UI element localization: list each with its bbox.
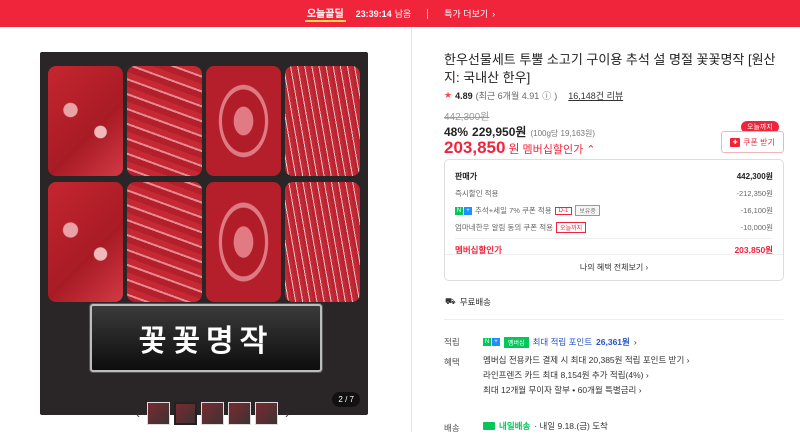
breakdown-label: 엄마네한우 알림 동의 쿠폰 적용 (455, 223, 554, 232)
breakdown-value: 442,300원 (736, 172, 773, 181)
image-counter: 2 / 7 (332, 392, 360, 407)
breakdown-label: 판매가 (455, 172, 478, 181)
points-text: 최대 적립 포인트 (532, 337, 593, 347)
meat-row-top (48, 66, 360, 176)
divider (444, 319, 784, 320)
breakdown-row: 엄마네한우 알림 동의 쿠폰 적용 오늘까지 -10,000원 (455, 222, 773, 233)
benefit-line[interactable]: 최대 12개월 무이자 할부 • 60개월 특별금리 › (483, 383, 642, 398)
more-deals-label: 특가 더보기 (444, 9, 489, 19)
delivery-row: 내일배송 · 내일 9.18.(금) 도착 (483, 420, 608, 432)
member-price-row[interactable]: 203,850 원 멤버십할인가 ⌃ (444, 138, 595, 158)
membership-badge: 멤버십 (504, 336, 529, 348)
points-row[interactable]: N + 멤버십 최대 적립 포인트 26,361원 › (483, 336, 637, 348)
delivery-section-label: 배송 (444, 423, 460, 433)
meat-cut (206, 66, 281, 176)
gallery-pane: 꽃꽃명작 2 / 7 ‹ › (0, 27, 412, 432)
benefit-text: 최대 12개월 무이자 할부 • 60개월 특별금리 (483, 385, 637, 395)
chevron-right-icon[interactable]: › (282, 407, 292, 421)
thumbnail[interactable] (228, 402, 251, 425)
breakdown-row: N + 추석+세일 7% 쿠폰 적용 D-1 보유중 -16,100원 (455, 205, 773, 216)
benefit-line[interactable]: 멤버십 전용카드 결제 시 최대 20,385원 적립 포인트 받기 › (483, 353, 690, 368)
chevron-right-icon: › (492, 8, 496, 19)
breakdown-row: 판매가 442,300원 (455, 171, 773, 182)
shipping-label: 무료배송 (459, 297, 491, 307)
benefit-text: 라인프렌즈 카드 최대 8,154원 추가 적립(4%) (483, 370, 644, 380)
naver-plus-icon: N + (455, 206, 472, 215)
truck-icon (483, 422, 495, 430)
benefit-text: 멤버십 전용카드 결제 시 최대 20,385원 적립 포인트 받기 (483, 355, 685, 365)
meat-cut (48, 66, 123, 176)
today-tag: 오늘까지 (556, 222, 587, 233)
points-value: 26,361원 (596, 337, 630, 347)
meat-row-bottom (48, 182, 360, 302)
discount-rate: 48% (444, 125, 469, 139)
thumbnail-strip: ‹ › (133, 402, 292, 425)
product-title: 한우선물세트 투뿔 소고기 구이용 추석 설 명절 꽃꽃명작 [원산지: 국내산… (444, 52, 776, 85)
deal-brand: 오늘끝딜 (304, 5, 346, 22)
coupon-button-label: 쿠폰 받기 (743, 137, 775, 147)
naver-plus-icon: N + (483, 338, 500, 346)
rating-detail-close: ) (554, 90, 558, 101)
breakdown-label: 즉시할인 적용 (455, 189, 499, 198)
plaque-text: 꽃꽃명작 (138, 324, 274, 359)
divider (455, 238, 773, 239)
breakdown-value: -16,100원 (740, 206, 773, 215)
view-all-benefits-label: 나의 혜택 전체보기 (579, 263, 644, 272)
tomorrow-delivery: 내일배송 (499, 421, 531, 431)
view-all-benefits-link[interactable]: 나의 혜택 전체보기 › (445, 254, 783, 280)
chevron-right-icon: › (633, 337, 637, 347)
thumbnail[interactable] (255, 402, 278, 425)
topbar-divider (427, 8, 429, 19)
star-icon: ★ (444, 90, 453, 100)
info-icon[interactable]: ⓘ (542, 89, 551, 102)
benefits-section-label: 혜택 (444, 357, 460, 367)
member-won: 원 (508, 142, 520, 156)
dday-tag: D-1 (554, 206, 573, 215)
reviews-link[interactable]: 16,148건 리뷰 (568, 89, 623, 102)
thumbnail[interactable] (201, 402, 224, 425)
meat-cut (285, 182, 360, 302)
rating-row: ★ 4.89 (최근 6개월 4.91 ⓘ ) 16,148건 리뷰 (444, 89, 623, 102)
breakdown-label: 추석+세일 7% 쿠폰 적용 (475, 206, 552, 215)
rating-detail: (최근 6개월 4.91 (475, 91, 540, 101)
deal-topbar: 오늘끝딜 23:39:14 남음 특가 더보기 › (0, 0, 800, 27)
coupon-icon: ✚ (730, 137, 741, 147)
meat-cut (206, 182, 281, 302)
name-plaque: 꽃꽃명작 (90, 304, 322, 372)
meat-cut (285, 66, 360, 176)
coupon-button[interactable]: ✚ 쿠폰 받기 (721, 131, 784, 153)
points-section-label: 적립 (444, 337, 460, 347)
timer-suffix: 남음 (394, 9, 412, 19)
breakdown-value: -10,000원 (740, 223, 773, 232)
member-price: 203,850 (444, 138, 506, 157)
breakdown-value: -212,350원 (736, 189, 773, 198)
chevron-up-icon: ⌃ (586, 144, 596, 156)
original-price: 442,300원 (444, 112, 490, 123)
owned-tag: 보유중 (575, 205, 600, 216)
rating-value: 4.89 (455, 90, 473, 101)
thumbnail[interactable] (147, 402, 170, 425)
meat-cut (48, 182, 123, 302)
chevron-right-icon: › (643, 263, 649, 272)
price-breakdown: 판매가 442,300원 즉시할인 적용 -212,350원 N + 추석+세일 … (444, 159, 784, 281)
breakdown-row: 즉시할인 적용 -212,350원 (455, 188, 773, 199)
meat-cut (127, 182, 202, 302)
deal-timer: 23:39:14 (355, 8, 392, 19)
product-info-pane: 한우선물세트 투뿔 소고기 구이용 추석 설 명절 꽃꽃명작 [원산지: 국내산… (412, 27, 800, 433)
more-deals-link[interactable]: 특가 더보기 › (444, 7, 495, 20)
thumbnail-active[interactable] (174, 402, 197, 425)
product-photo[interactable]: 꽃꽃명작 2 / 7 (40, 52, 368, 415)
member-price-label: 멤버십할인가 (522, 144, 584, 156)
benefit-line[interactable]: 라인프렌즈 카드 최대 8,154원 추가 적립(4%) › (483, 368, 649, 383)
delivery-date: · 내일 9.18.(금) 도착 (534, 421, 608, 431)
meat-cut (127, 66, 202, 176)
shipping-row: ⛟ 무료배송 (445, 296, 491, 308)
chevron-left-icon[interactable]: ‹ (133, 407, 143, 421)
truck-icon: ⛟ (445, 296, 456, 306)
